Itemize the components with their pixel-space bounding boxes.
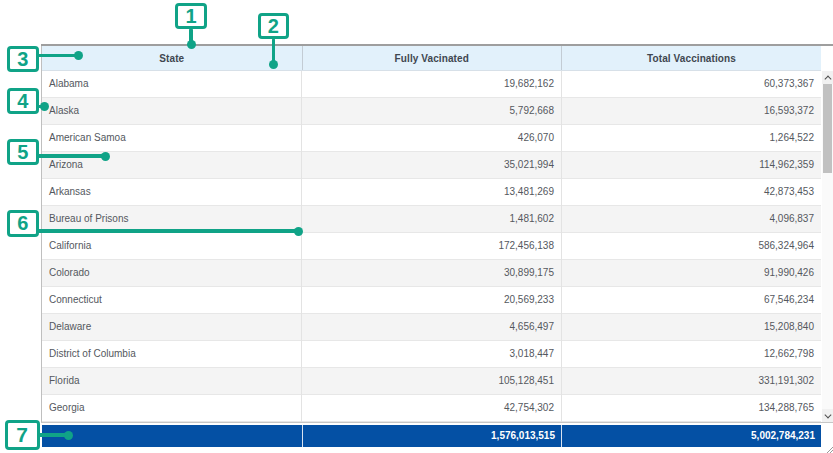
callout-1-badge: 1 (175, 3, 207, 29)
scroll-down-button[interactable] (822, 409, 833, 422)
scrollbar-thumb[interactable] (823, 84, 832, 173)
cell-fully-vacinated: 426,070 (302, 125, 562, 151)
callout-6-connector (37, 229, 299, 233)
cell-total-vaccinations: 134,288,765 (561, 395, 821, 421)
callout-4-dot (40, 102, 49, 111)
cell-fully-vacinated: 105,128,451 (302, 368, 562, 394)
cell-total-vaccinations: 12,662,798 (561, 341, 821, 367)
callout-1-dot (187, 40, 196, 49)
cell-state: Connecticut (42, 287, 302, 313)
cell-total-vaccinations: 42,873,453 (561, 179, 821, 205)
cell-fully-vacinated: 20,569,233 (302, 287, 562, 313)
callout-6-dot (294, 227, 303, 236)
cell-total-vaccinations: 1,264,522 (561, 125, 821, 151)
cell-state: Delaware (42, 314, 302, 340)
table-body: Alabama 19,682,162 60,373,367 Alaska 5,7… (42, 71, 821, 422)
table-header-row: State Fully Vacinated Total Vaccinations (42, 46, 821, 71)
cell-state: Alabama (42, 71, 302, 97)
cell-state: California (42, 233, 302, 259)
cell-state: Colorado (42, 260, 302, 286)
cell-total-vaccinations: 15,208,840 (561, 314, 821, 340)
table-row[interactable]: Arizona 35,021,994 114,962,359 (42, 152, 821, 179)
resize-grip-icon[interactable] (825, 440, 833, 449)
cell-fully-vacinated: 19,682,162 (302, 71, 562, 97)
cell-fully-vacinated: 1,481,602 (302, 206, 562, 232)
scroll-up-button[interactable] (822, 71, 833, 84)
callout-3-dot (74, 51, 83, 60)
column-header-fully-vacinated[interactable]: Fully Vacinated (302, 46, 562, 70)
cell-fully-vacinated: 35,021,994 (302, 152, 562, 178)
cell-total-vaccinations: 4,096,837 (561, 206, 821, 232)
table-row[interactable]: American Samoa 426,070 1,264,522 (42, 125, 821, 152)
cell-total-vaccinations: 16,593,372 (561, 98, 821, 124)
cell-total-vaccinations: 114,962,359 (561, 152, 821, 178)
cell-total-vaccinations: 60,373,367 (561, 71, 821, 97)
chevron-down-icon (824, 411, 831, 418)
table-row[interactable]: District of Columbia 3,018,447 12,662,79… (42, 341, 821, 368)
table-row[interactable]: Alabama 19,682,162 60,373,367 (42, 71, 821, 98)
callout-7-dot (64, 431, 73, 440)
cell-fully-vacinated: 5,792,668 (302, 98, 562, 124)
table-row[interactable]: Connecticut 20,569,233 67,546,234 (42, 287, 821, 314)
table-row[interactable]: California 172,456,138 586,324,964 (42, 233, 821, 260)
summary-row: 1,576,013,515 5,002,784,231 (42, 425, 821, 447)
vertical-scrollbar[interactable] (822, 71, 833, 422)
cell-fully-vacinated: 172,456,138 (302, 233, 562, 259)
table-row[interactable]: Florida 105,128,451 331,191,302 (42, 368, 821, 395)
cell-fully-vacinated: 3,018,447 (302, 341, 562, 367)
cell-total-vaccinations: 67,546,234 (561, 287, 821, 313)
callout-2-badge: 2 (258, 13, 290, 39)
cell-total-vaccinations: 331,191,302 (561, 368, 821, 394)
callout-5-badge: 5 (7, 139, 39, 165)
cell-state: Bureau of Prisons (42, 206, 302, 232)
app-root: State Fully Vacinated Total Vaccinations… (0, 0, 833, 453)
cell-state: American Samoa (42, 125, 302, 151)
cell-total-vaccinations: 91,990,426 (561, 260, 821, 286)
cell-fully-vacinated: 13,481,269 (302, 179, 562, 205)
cell-state: District of Columbia (42, 341, 302, 367)
callout-5-connector (37, 154, 105, 158)
summary-cell-state (42, 425, 302, 447)
column-divider-2 (561, 71, 562, 422)
table-row[interactable]: Delaware 4,656,497 15,208,840 (42, 314, 821, 341)
cell-fully-vacinated: 4,656,497 (302, 314, 562, 340)
table-row[interactable]: Georgia 42,754,302 134,288,765 (42, 395, 821, 422)
summary-cell-fully-vacinated: 1,576,013,515 (302, 425, 562, 447)
table-row[interactable]: Colorado 30,899,175 91,990,426 (42, 260, 821, 287)
callout-6-badge: 6 (7, 210, 39, 237)
cell-fully-vacinated: 30,899,175 (302, 260, 562, 286)
cell-state: Arkansas (42, 179, 302, 205)
cell-state: Georgia (42, 395, 302, 421)
column-divider-1 (301, 71, 302, 422)
callout-2-dot (269, 60, 278, 69)
summary-cell-total-vaccinations: 5,002,784,231 (561, 425, 821, 447)
callout-7-badge: 7 (5, 420, 40, 450)
table-row[interactable]: Arkansas 13,481,269 42,873,453 (42, 179, 821, 206)
table-bottom-border (41, 422, 833, 423)
cell-fully-vacinated: 42,754,302 (302, 395, 562, 421)
cell-state: Florida (42, 368, 302, 394)
callout-3-badge: 3 (7, 46, 39, 72)
cell-state: Alaska (42, 98, 302, 124)
cell-total-vaccinations: 586,324,964 (561, 233, 821, 259)
chevron-up-icon (824, 75, 831, 82)
table-row[interactable]: Alaska 5,792,668 16,593,372 (42, 98, 821, 125)
column-header-total-vaccinations[interactable]: Total Vaccinations (561, 46, 821, 70)
callout-3-connector (37, 54, 78, 58)
callout-5-dot (101, 152, 110, 161)
table-top-border (41, 44, 833, 46)
callout-4-badge: 4 (7, 88, 39, 114)
